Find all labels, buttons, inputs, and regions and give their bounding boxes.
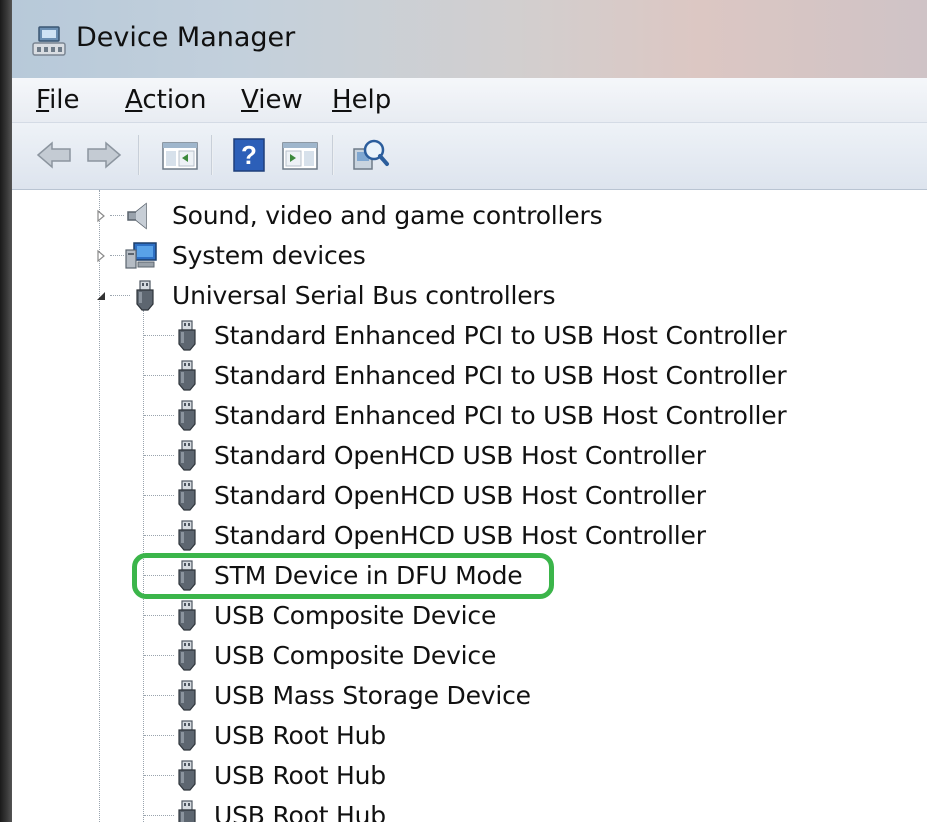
tree-connector [144,695,174,696]
tree-device-item[interactable]: USB Root Hub [12,716,912,756]
screen-bezel [0,0,12,822]
menu-bar: File Action View Help [12,78,927,123]
tree-device-item[interactable]: Standard OpenHCD USB Host Controller [12,476,912,516]
tree-connector [144,535,174,536]
menu-action[interactable]: Action [125,85,206,115]
toolbar: ? [12,123,927,190]
back-arrow-icon[interactable] [34,137,74,173]
scan-hardware-changes-icon[interactable] [350,137,390,173]
usb-plug-icon [178,400,196,431]
menu-help[interactable]: Help [332,85,391,115]
screenshot-page: Device Manager File Action View Help ? S… [0,0,927,822]
usb-plug-icon [178,520,196,551]
expand-arrow-icon[interactable] [94,249,108,263]
usb-plug-icon [178,760,196,791]
tree-category-system-devices[interactable]: System devices [12,236,912,276]
svg-text:?: ? [241,140,257,170]
tree-connector [110,295,130,296]
tree-device-item[interactable]: USB Root Hub [12,756,912,796]
tree-device-label: USB Composite Device [214,641,497,670]
forward-arrow-icon[interactable] [84,137,124,173]
show-hide-action-pane-icon[interactable] [280,137,320,173]
toolbar-separator [332,135,334,175]
tree-device-label: USB Composite Device [214,601,497,630]
tree-category-sound[interactable]: Sound, video and game controllers [12,196,912,236]
usb-plug-icon [136,280,154,311]
title-bar[interactable]: Device Manager [12,0,927,79]
tree-device-item[interactable]: USB Mass Storage Device [12,676,912,716]
usb-plug-icon [178,720,196,751]
usb-plug-icon [178,640,196,671]
window-title: Device Manager [76,22,296,53]
device-manager-window: Device Manager File Action View Help ? S… [12,0,927,822]
device-tree: Sound, video and game controllers System… [12,190,927,822]
tree-connector [144,775,174,776]
device-manager-icon [32,26,66,56]
tree-device-label: Standard Enhanced PCI to USB Host Contro… [214,361,787,390]
tree-connector [144,615,174,616]
tree-device-item[interactable]: Standard Enhanced PCI to USB Host Contro… [12,396,912,436]
tree-device-label: USB Root Hub [214,761,386,790]
usb-plug-icon [178,320,196,351]
tree-device-label: USB Root Hub [214,721,386,750]
menu-view[interactable]: View [241,85,303,115]
tree-device-label: Standard OpenHCD USB Host Controller [214,521,706,550]
tree-device-item[interactable]: Standard Enhanced PCI to USB Host Contro… [12,316,912,356]
collapse-arrow-icon[interactable] [94,289,108,303]
toolbar-separator [138,135,140,175]
show-hide-console-tree-icon[interactable] [160,137,200,173]
tree-connector [144,815,174,816]
tree-connector [144,375,174,376]
tree-device-label: USB Mass Storage Device [214,681,531,710]
tree-connector [110,215,124,216]
tree-connector [144,735,174,736]
usb-plug-icon [178,440,196,471]
tree-category-label: Universal Serial Bus controllers [172,281,556,310]
menu-file[interactable]: File [36,85,80,115]
tree-connector [144,335,174,336]
tree-connector [144,655,174,656]
tree-connector [144,495,174,496]
tree-device-item[interactable]: Standard Enhanced PCI to USB Host Contro… [12,356,912,396]
tree-device-label: USB Root Hub [214,801,386,822]
tree-device-item[interactable]: USB Composite Device [12,596,912,636]
tree-device-label: Standard Enhanced PCI to USB Host Contro… [214,321,787,350]
speaker-icon [127,202,147,230]
tree-connector [144,455,174,456]
highlight-outline [132,553,554,599]
tree-device-item[interactable]: Standard OpenHCD USB Host Controller [12,516,912,556]
tree-device-item[interactable]: Standard OpenHCD USB Host Controller [12,436,912,476]
expand-arrow-icon[interactable] [94,209,108,223]
tree-device-label: Standard OpenHCD USB Host Controller [214,481,706,510]
tree-connector [110,255,124,256]
computer-icon [125,242,157,269]
toolbar-separator [211,135,213,175]
tree-category-usb-controllers[interactable]: Universal Serial Bus controllers [12,276,912,316]
usb-plug-icon [178,360,196,391]
tree-category-label: Sound, video and game controllers [172,201,603,230]
usb-plug-icon [178,680,196,711]
usb-plug-icon [178,600,196,631]
usb-plug-icon [178,800,196,822]
help-icon[interactable]: ? [230,137,270,173]
usb-plug-icon [178,480,196,511]
tree-connector [144,415,174,416]
tree-device-item[interactable]: USB Composite Device [12,636,912,676]
tree-category-label: System devices [172,241,366,270]
tree-device-label: Standard OpenHCD USB Host Controller [214,441,706,470]
tree-device-item[interactable]: USB Root Hub [12,796,912,822]
tree-device-label: Standard Enhanced PCI to USB Host Contro… [214,401,787,430]
